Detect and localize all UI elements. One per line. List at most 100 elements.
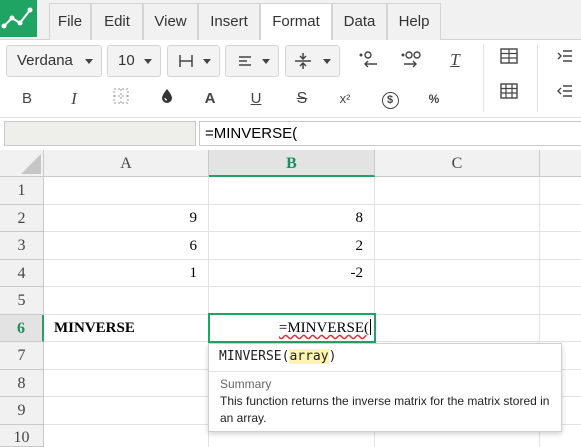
menu-data[interactable]: Data xyxy=(332,3,387,40)
select-all-corner[interactable] xyxy=(0,150,44,177)
column-header-d[interactable] xyxy=(540,150,581,177)
chevron-down-icon xyxy=(85,59,93,64)
cell-b6-active-editor[interactable]: =MINVERSE( xyxy=(208,313,376,343)
column-header-a[interactable]: A xyxy=(44,150,209,177)
cell-c4[interactable] xyxy=(375,260,540,287)
cell-c2[interactable] xyxy=(375,205,540,232)
cell-b1[interactable] xyxy=(209,177,375,205)
row-header-8[interactable]: 8 xyxy=(0,370,44,397)
increase-decimal-icon[interactable] xyxy=(399,48,423,72)
cell-a1[interactable] xyxy=(44,177,209,205)
cell-a5[interactable] xyxy=(44,287,209,315)
menu-edit[interactable]: Edit xyxy=(91,3,143,40)
font-family-value: Verdana xyxy=(17,52,73,69)
font-size-value: 10 xyxy=(118,52,135,69)
indent-icon[interactable] xyxy=(553,48,577,72)
horizontal-align-dropdown[interactable] xyxy=(225,45,279,77)
cell-c6[interactable] xyxy=(375,315,540,342)
strikethrough-icon[interactable]: S xyxy=(290,87,314,111)
cell-a8[interactable] xyxy=(44,370,209,397)
decrease-decimal-icon[interactable] xyxy=(356,48,380,72)
cell-c5[interactable] xyxy=(375,287,540,315)
borders-dropdown[interactable] xyxy=(167,45,220,77)
row-header-5[interactable]: 5 xyxy=(0,287,44,315)
chevron-down-icon xyxy=(144,59,152,64)
column-header-c[interactable]: C xyxy=(375,150,540,177)
cell-c3[interactable] xyxy=(375,232,540,260)
insert-table-icon[interactable] xyxy=(497,48,521,72)
cell-borders-icon[interactable] xyxy=(109,87,133,111)
align-left-icon xyxy=(239,56,251,66)
formula-input[interactable]: =MINVERSE( xyxy=(199,121,581,146)
toolbar-divider xyxy=(483,44,484,112)
cell-b2[interactable]: 8 xyxy=(209,205,375,232)
app-logo xyxy=(0,0,37,37)
name-box[interactable] xyxy=(4,121,196,146)
column-header-b[interactable]: B xyxy=(209,150,375,177)
cell-d4[interactable] xyxy=(540,260,581,287)
row-header-4[interactable]: 4 xyxy=(0,260,44,287)
row-header-6[interactable]: 6 xyxy=(0,315,44,342)
cell-d6[interactable] xyxy=(540,315,581,342)
toolbar-divider xyxy=(537,44,538,112)
percent-format-icon[interactable]: % xyxy=(422,87,446,111)
row-header-7[interactable]: 7 xyxy=(0,342,44,370)
menu-format[interactable]: Format xyxy=(260,3,332,41)
font-family-dropdown[interactable]: Verdana xyxy=(6,45,102,77)
cell-b3[interactable]: 2 xyxy=(209,232,375,260)
row-header-2[interactable]: 2 xyxy=(0,205,44,232)
superscript-icon[interactable]: x² xyxy=(333,87,357,111)
menu-bar: File Edit View Insert Format Data Help xyxy=(0,0,581,41)
logo-icon xyxy=(1,7,33,29)
function-argument: array xyxy=(289,349,329,364)
cell-c1[interactable] xyxy=(375,177,540,205)
text-color-icon[interactable]: A xyxy=(198,87,222,111)
row-header-9[interactable]: 9 xyxy=(0,397,44,425)
cell-a9[interactable] xyxy=(44,397,209,425)
function-hint-tooltip: MINVERSE(array) Summary This function re… xyxy=(208,343,562,432)
select-all-icon xyxy=(21,154,41,174)
underline-icon[interactable]: U xyxy=(244,87,268,111)
function-close-paren: ) xyxy=(328,349,337,364)
cell-a7[interactable] xyxy=(44,342,209,370)
cell-a3[interactable]: 6 xyxy=(44,232,209,260)
menu-help[interactable]: Help xyxy=(387,3,441,40)
borders-icon xyxy=(179,55,193,67)
currency-format-icon[interactable]: $ xyxy=(378,87,402,111)
outdent-icon[interactable] xyxy=(553,83,577,107)
vertical-align-dropdown[interactable] xyxy=(285,45,340,77)
chevron-down-icon xyxy=(203,59,211,64)
cell-a10[interactable] xyxy=(44,425,209,447)
cell-a6[interactable]: MINVERSE xyxy=(44,315,209,342)
clear-formatting-icon[interactable]: T xyxy=(443,48,467,72)
row-header-3[interactable]: 3 xyxy=(0,232,44,260)
table-grid-icon[interactable] xyxy=(497,83,521,107)
vertical-align-icon xyxy=(295,53,311,69)
cell-b5[interactable] xyxy=(209,287,375,315)
text-cursor xyxy=(370,319,371,335)
row-header-10[interactable]: 10 xyxy=(0,425,44,447)
function-name: MINVERSE xyxy=(219,349,282,364)
cell-d3[interactable] xyxy=(540,232,581,260)
menu-insert[interactable]: Insert xyxy=(198,3,260,40)
toolbar: Verdana 10 T B I A U S x² $ % xyxy=(0,40,581,118)
italic-icon[interactable]: I xyxy=(62,87,86,111)
cell-a2[interactable]: 9 xyxy=(44,205,209,232)
cell-d1[interactable] xyxy=(540,177,581,205)
menu-view[interactable]: View xyxy=(143,3,198,40)
fill-color-icon[interactable] xyxy=(155,87,179,111)
function-signature: MINVERSE(array) xyxy=(219,349,336,364)
cell-b4[interactable]: -2 xyxy=(209,260,375,287)
chevron-down-icon xyxy=(323,59,331,64)
summary-title: Summary xyxy=(220,377,272,391)
cell-b6-formula: =MINVERSE( xyxy=(278,320,369,336)
cell-d2[interactable] xyxy=(540,205,581,232)
cell-d5[interactable] xyxy=(540,287,581,315)
row-header-1[interactable]: 1 xyxy=(0,177,44,205)
tooltip-divider xyxy=(209,371,561,372)
bold-icon[interactable]: B xyxy=(15,87,39,111)
cell-a4[interactable]: 1 xyxy=(44,260,209,287)
menu-file[interactable]: File xyxy=(49,3,91,40)
font-size-dropdown[interactable]: 10 xyxy=(107,45,161,77)
summary-text: This function returns the inverse matrix… xyxy=(220,394,550,425)
